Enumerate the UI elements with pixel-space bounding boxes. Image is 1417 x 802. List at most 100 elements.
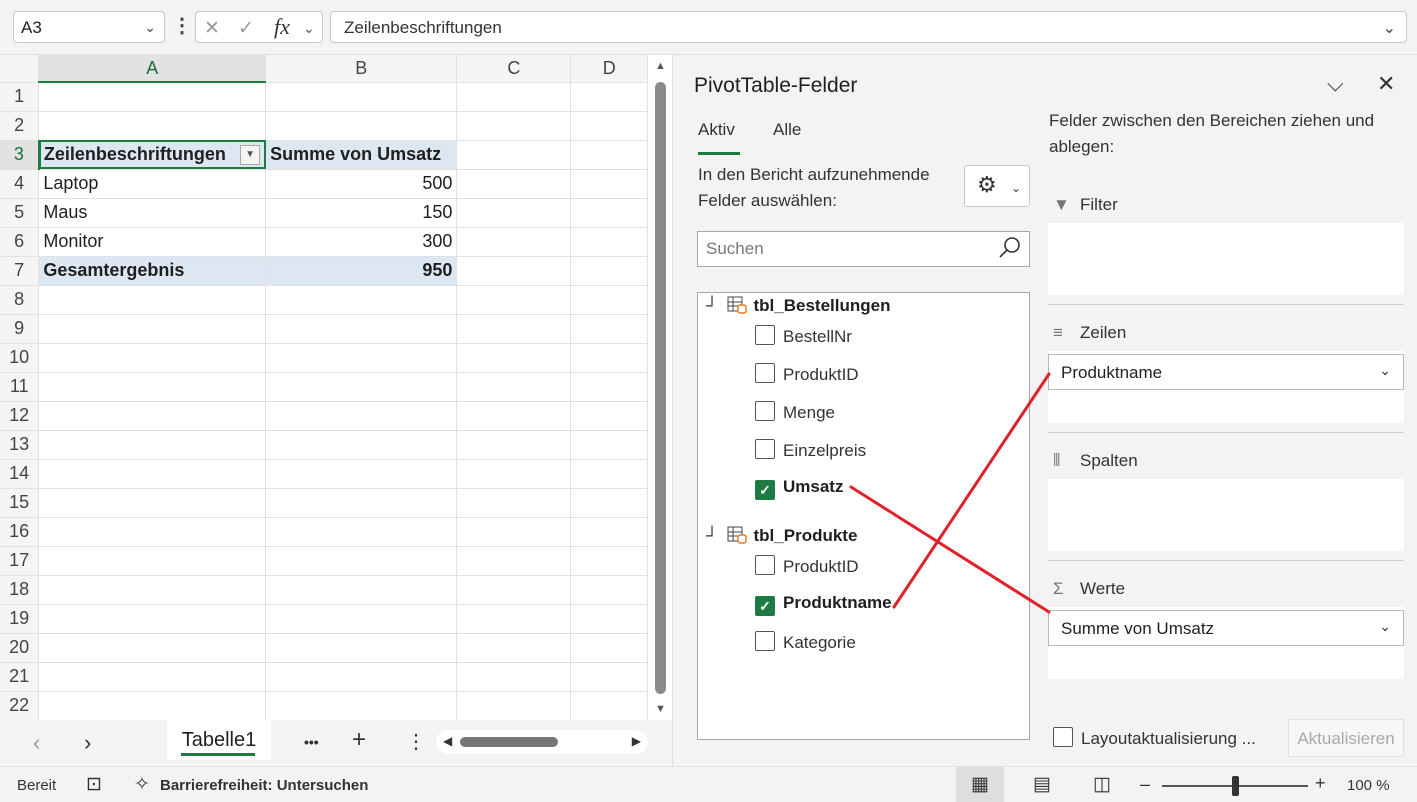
cell[interactable] bbox=[265, 604, 458, 634]
tree-collapse-icon[interactable]: ┘ bbox=[706, 526, 718, 545]
cell[interactable] bbox=[265, 430, 458, 460]
cell[interactable] bbox=[570, 517, 648, 547]
field-produktid[interactable]: ProduktID bbox=[755, 555, 859, 577]
add-sheet-icon[interactable]: + bbox=[352, 726, 366, 754]
row-header[interactable]: 12 bbox=[0, 401, 40, 431]
next-sheet-icon[interactable]: › bbox=[84, 730, 91, 756]
checkbox[interactable] bbox=[755, 401, 775, 421]
cell[interactable] bbox=[456, 314, 572, 344]
field-menge[interactable]: Menge bbox=[755, 401, 835, 423]
row-header[interactable]: 15 bbox=[0, 488, 40, 518]
cell[interactable] bbox=[570, 430, 648, 460]
name-box[interactable]: A3 ⌄ bbox=[13, 11, 165, 43]
column-header-b[interactable]: B bbox=[265, 55, 458, 83]
close-icon[interactable]: ✕ bbox=[1377, 71, 1395, 97]
scroll-up-icon[interactable]: ▲ bbox=[655, 60, 666, 72]
zoom-out-icon[interactable]: – bbox=[1140, 774, 1150, 795]
column-header-c[interactable]: C bbox=[456, 55, 572, 83]
chevron-down-icon[interactable]: ⌄ bbox=[144, 19, 156, 36]
cell[interactable] bbox=[570, 662, 648, 692]
checkbox[interactable] bbox=[755, 325, 775, 345]
cancel-icon[interactable]: ✕ bbox=[204, 17, 220, 40]
pivot-values-header[interactable]: Summe von Umsatz bbox=[265, 140, 458, 170]
cell[interactable] bbox=[570, 82, 648, 112]
cell[interactable] bbox=[456, 227, 572, 257]
insert-function-icon[interactable]: fx bbox=[274, 14, 290, 40]
columns-drop-area[interactable] bbox=[1048, 479, 1404, 551]
pivot-row-labels-header[interactable]: Zeilenbeschriftungen ▼ bbox=[38, 140, 267, 170]
cell[interactable] bbox=[570, 111, 648, 141]
cell[interactable] bbox=[456, 575, 572, 605]
cell[interactable] bbox=[570, 575, 648, 605]
cell[interactable] bbox=[456, 691, 572, 720]
cell[interactable] bbox=[265, 343, 458, 373]
zoom-in-icon[interactable]: + bbox=[1315, 773, 1326, 794]
more-vertical-icon[interactable]: ⋮ bbox=[172, 13, 192, 38]
cell[interactable] bbox=[570, 227, 648, 257]
formula-input[interactable]: Zeilenbeschriftungen ⌄ bbox=[330, 11, 1407, 43]
checkbox-checked[interactable]: ✓ bbox=[755, 596, 775, 616]
row-header[interactable]: 5 bbox=[0, 198, 40, 228]
cell[interactable] bbox=[265, 459, 458, 489]
enter-check-icon[interactable]: ✓ bbox=[238, 17, 254, 40]
cell[interactable] bbox=[456, 285, 572, 315]
row-header[interactable]: 22 bbox=[0, 691, 40, 720]
cell[interactable] bbox=[456, 82, 572, 112]
accessibility-icon[interactable]: ✧ bbox=[134, 773, 150, 796]
defer-layout-update[interactable]: Layoutaktualisierung ... bbox=[1053, 727, 1256, 749]
cell[interactable] bbox=[456, 140, 572, 170]
cell[interactable] bbox=[38, 691, 267, 720]
search-icon[interactable] bbox=[997, 235, 1023, 261]
cell[interactable] bbox=[265, 372, 458, 402]
horizontal-scrollbar[interactable]: ◀ ▶ bbox=[436, 730, 648, 754]
normal-view-icon[interactable]: ▦ bbox=[956, 767, 1004, 802]
cell[interactable] bbox=[265, 82, 458, 112]
cell[interactable] bbox=[456, 633, 572, 663]
cell[interactable] bbox=[570, 401, 648, 431]
cell[interactable] bbox=[265, 575, 458, 605]
cell[interactable] bbox=[265, 691, 458, 720]
cell[interactable] bbox=[456, 111, 572, 141]
checkbox[interactable] bbox=[755, 439, 775, 459]
row-header[interactable]: 17 bbox=[0, 546, 40, 576]
cell[interactable] bbox=[456, 604, 572, 634]
cell[interactable] bbox=[570, 691, 648, 720]
cell[interactable] bbox=[38, 430, 267, 460]
macro-record-icon[interactable]: ⊡ bbox=[86, 773, 102, 796]
pivot-total-value[interactable]: 950 bbox=[265, 256, 458, 286]
cell[interactable] bbox=[265, 111, 458, 141]
scroll-left-icon[interactable]: ◀ bbox=[443, 734, 452, 748]
cell[interactable] bbox=[570, 488, 648, 518]
row-header[interactable]: 6 bbox=[0, 227, 40, 257]
cell[interactable] bbox=[456, 401, 572, 431]
row-header[interactable]: 2 bbox=[0, 111, 40, 141]
tab-alle[interactable]: Alle bbox=[773, 120, 801, 140]
cell[interactable] bbox=[38, 111, 267, 141]
cell[interactable] bbox=[456, 546, 572, 576]
cell[interactable] bbox=[38, 575, 267, 605]
row-header[interactable]: 3 bbox=[0, 140, 40, 170]
row-header[interactable]: 13 bbox=[0, 430, 40, 460]
cell[interactable] bbox=[265, 633, 458, 663]
page-break-view-icon[interactable]: ◫ bbox=[1078, 767, 1126, 802]
column-header-d[interactable]: D bbox=[570, 55, 648, 83]
row-header[interactable]: 7 bbox=[0, 256, 40, 286]
cell[interactable] bbox=[265, 662, 458, 692]
cell[interactable] bbox=[456, 256, 572, 286]
field-kategorie[interactable]: Kategorie bbox=[755, 631, 856, 653]
cell[interactable] bbox=[38, 633, 267, 663]
pivot-item-label[interactable]: Monitor bbox=[38, 227, 267, 257]
cell[interactable] bbox=[265, 285, 458, 315]
cell[interactable] bbox=[570, 459, 648, 489]
row-header[interactable]: 18 bbox=[0, 575, 40, 605]
rows-field-pill[interactable]: Produktname ⌄ bbox=[1048, 354, 1404, 390]
chevron-down-icon[interactable]: ⌄ bbox=[1379, 618, 1391, 635]
checkbox[interactable] bbox=[755, 555, 775, 575]
values-field-pill[interactable]: Summe von Umsatz ⌄ bbox=[1048, 610, 1404, 646]
tab-aktiv[interactable]: Aktiv bbox=[698, 120, 735, 140]
cell[interactable] bbox=[456, 662, 572, 692]
expand-formula-icon[interactable]: ⌄ bbox=[1383, 18, 1396, 38]
chevron-down-icon[interactable]: ⌄ bbox=[303, 20, 315, 37]
cell[interactable] bbox=[570, 169, 648, 199]
prev-sheet-icon[interactable]: ‹ bbox=[33, 730, 40, 756]
